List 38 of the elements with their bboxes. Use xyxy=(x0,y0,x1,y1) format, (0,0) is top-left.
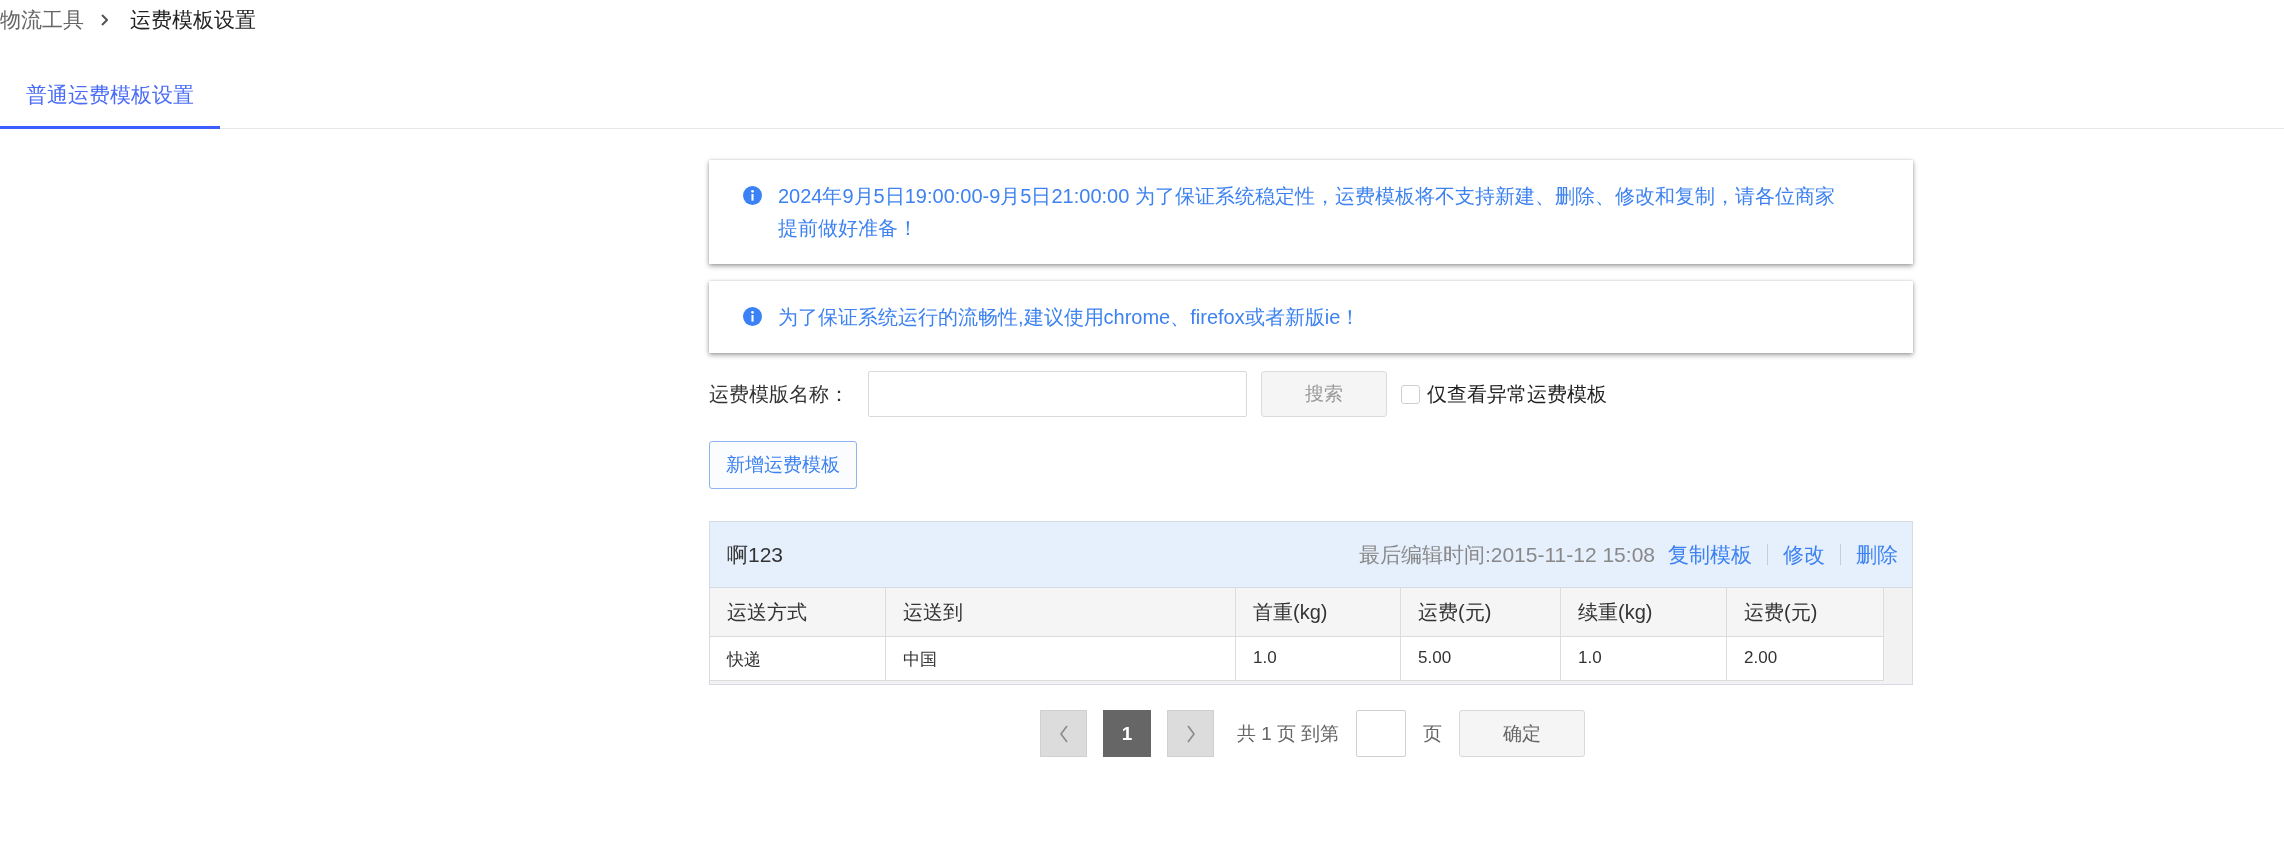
breadcrumb-link[interactable]: 物流工具 xyxy=(0,6,84,34)
page-total-text: 共 1 页 到第 xyxy=(1237,721,1340,746)
info-icon xyxy=(743,307,762,326)
page-number-field[interactable] xyxy=(1356,710,1407,757)
table-cell: 1.0 xyxy=(1561,637,1727,681)
table-cell: 快递 xyxy=(710,637,886,681)
template-name-field[interactable] xyxy=(868,371,1247,417)
table-cell: 1.0 xyxy=(1236,637,1401,681)
info-icon xyxy=(743,186,762,205)
action-link[interactable]: 复制模板 xyxy=(1668,540,1752,569)
column-header: 续重(kg) xyxy=(1561,588,1727,637)
add-template-button[interactable]: 新增运费模板 xyxy=(709,441,857,489)
template-name: 啊123 xyxy=(727,541,784,568)
checkbox[interactable] xyxy=(1401,384,1420,404)
tab[interactable]: 普通运费模板设置 xyxy=(0,63,220,129)
page-button[interactable]: 1 xyxy=(1103,710,1151,757)
table-cell: 5.00 xyxy=(1401,637,1561,681)
column-header: 运送到 xyxy=(886,588,1236,637)
checkbox-label[interactable]: 仅查看异常运费模板 xyxy=(1427,380,1607,408)
breadcrumb-current: 运费模板设置 xyxy=(130,7,256,33)
column-header: 首重(kg) xyxy=(1236,588,1401,637)
column-header: 运费(元) xyxy=(1727,588,1884,637)
chevron-left-icon xyxy=(1058,724,1069,743)
table-cell: 2.00 xyxy=(1727,637,1884,681)
page-unit-text: 页 xyxy=(1423,721,1443,746)
chevron-right-icon xyxy=(1185,724,1196,743)
table-cell: 中国 xyxy=(886,637,1236,681)
column-header: 运送方式 xyxy=(710,588,886,637)
search-button[interactable]: 搜索 xyxy=(1261,371,1387,417)
confirm-button[interactable]: 确定 xyxy=(1459,710,1586,757)
last-edited-time: 最后编辑时间:2015-11-12 15:08 xyxy=(1358,541,1655,568)
chevron-right-icon xyxy=(101,14,108,26)
action-link[interactable]: 修改 xyxy=(1783,540,1825,569)
notice-text: 为了保证系统运行的流畅性,建议使用chrome、firefox或者新版ie！ xyxy=(778,305,1362,330)
action-link[interactable]: 删除 xyxy=(1856,540,1898,569)
notice-text: 2024年9月5日19:00:00-9月5日21:00:00 为了保证系统稳定性，运费模板将不支持新建、删除、修改和复制，请各位商家提前做好准备！ xyxy=(778,184,1836,241)
column-header: 运费(元) xyxy=(1401,588,1561,637)
search-label: 运费模版名称： xyxy=(709,381,850,407)
